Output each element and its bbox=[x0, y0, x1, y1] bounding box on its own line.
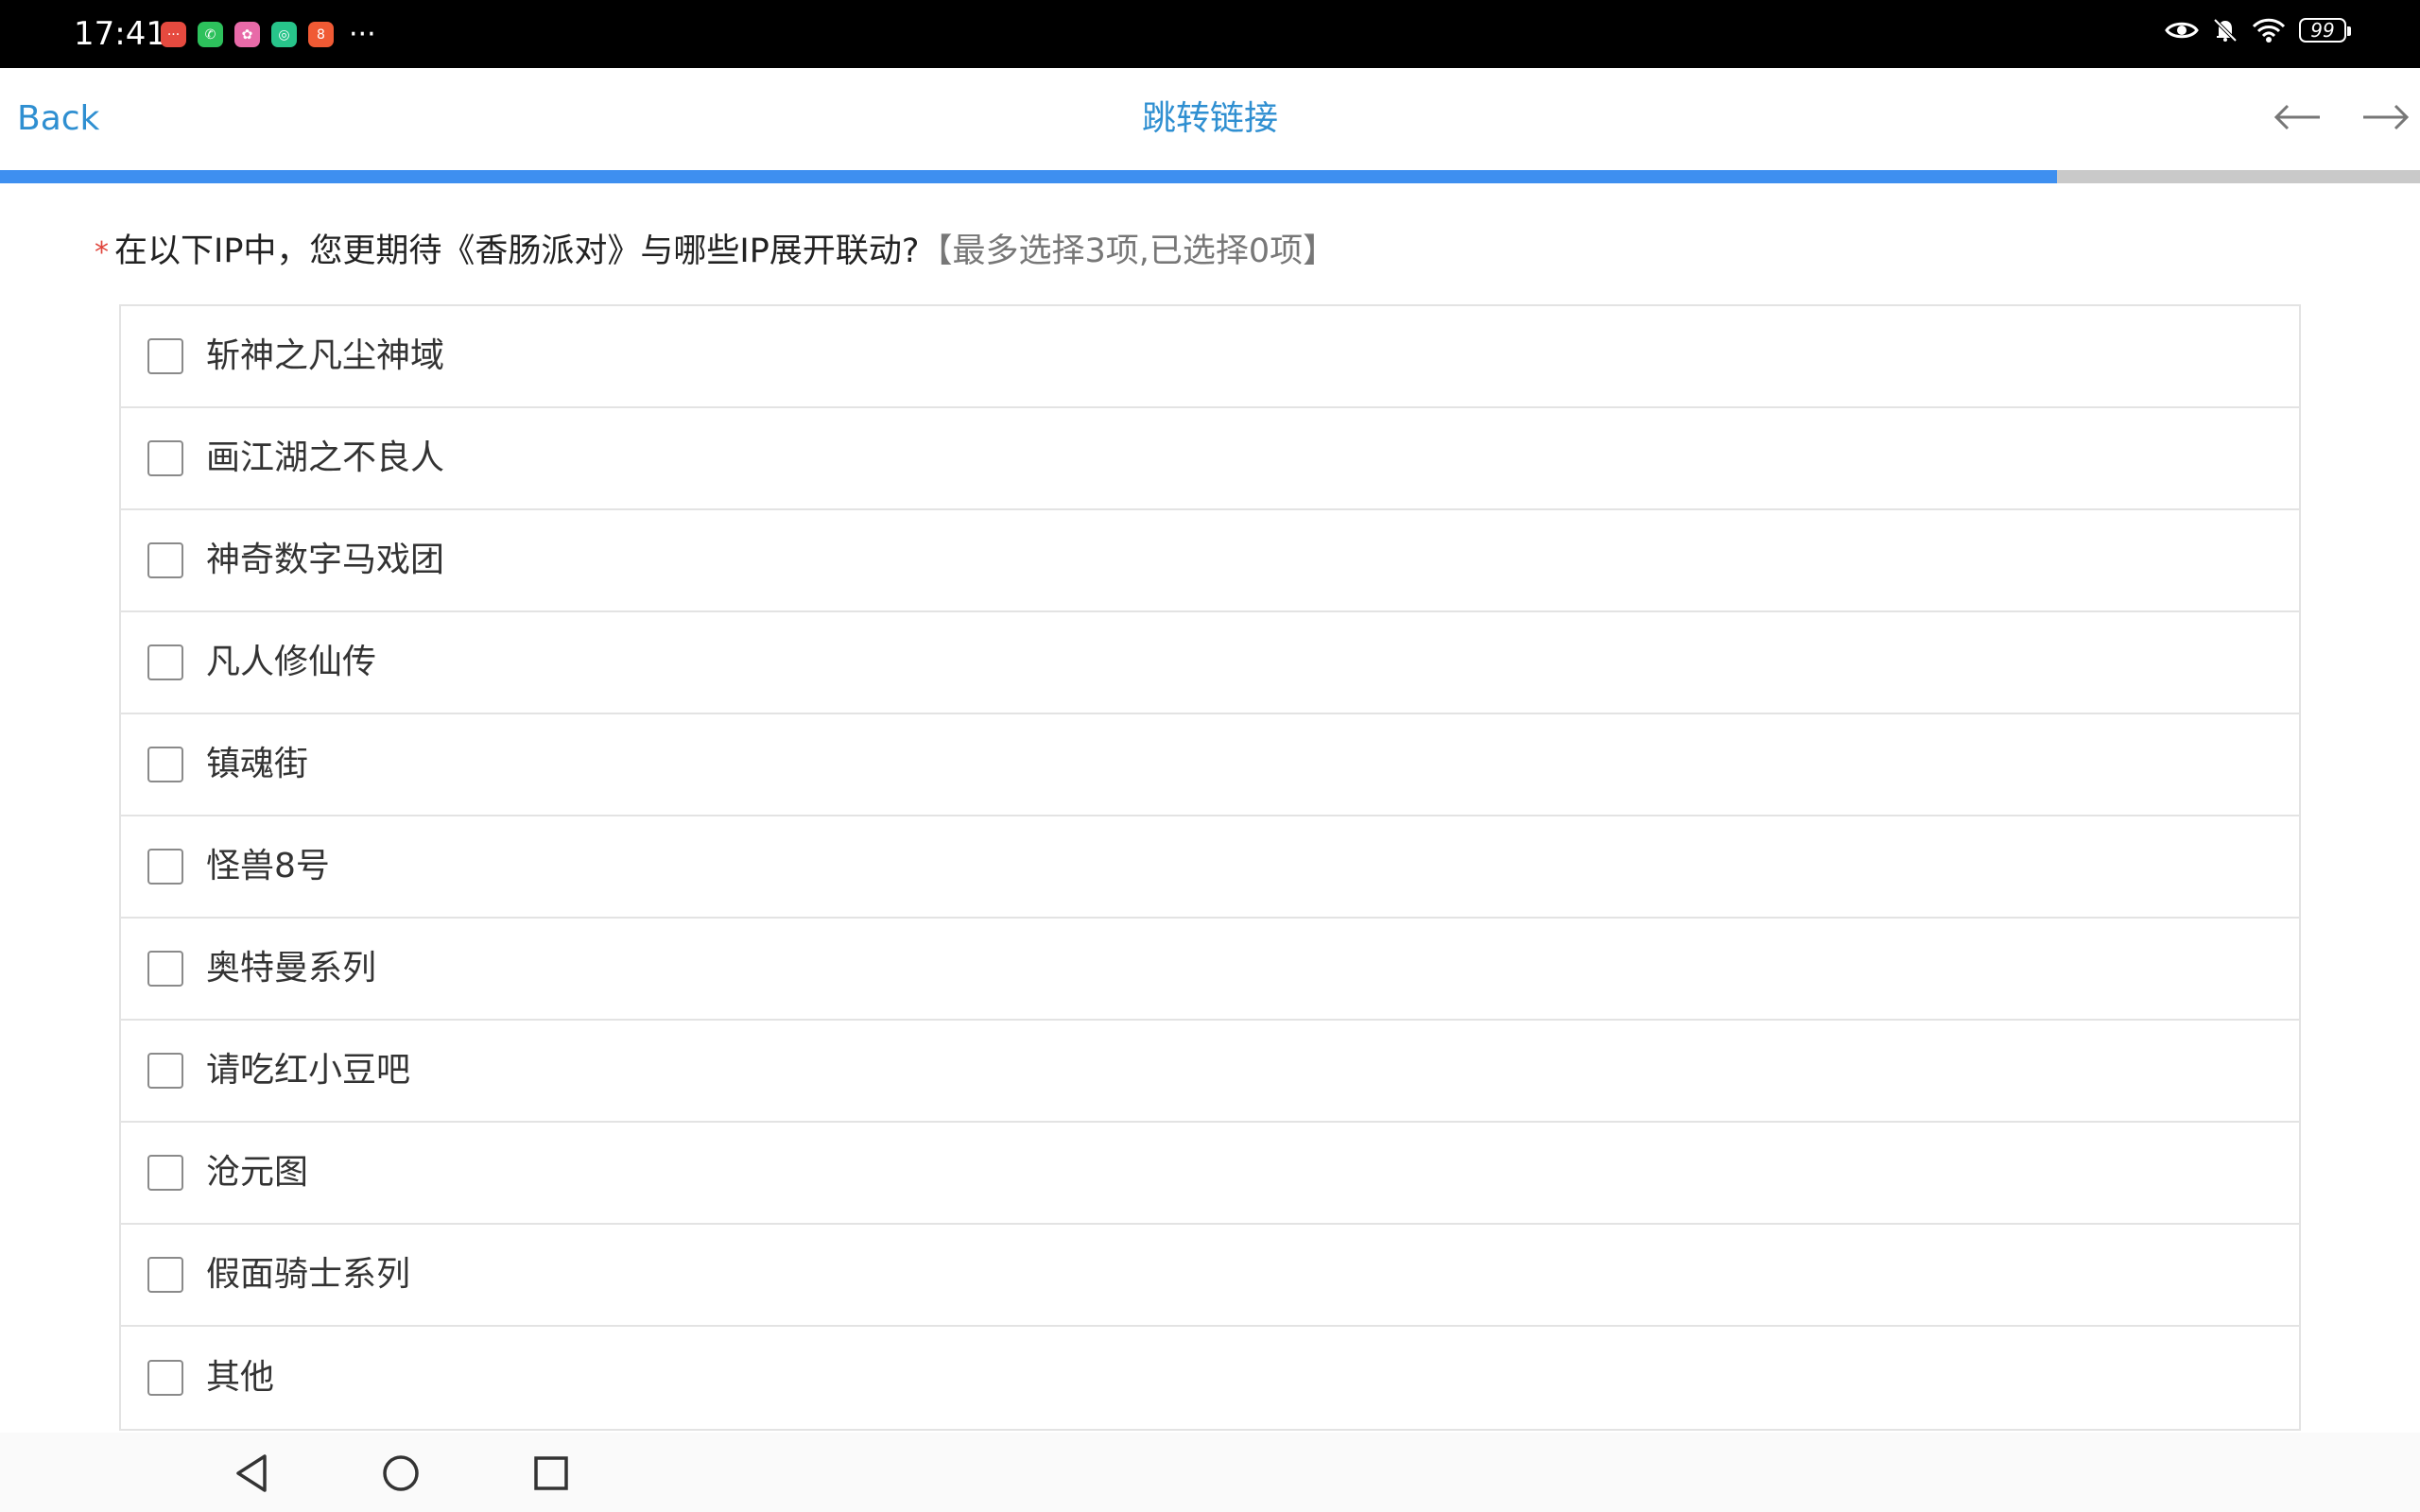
option-label: 斩神之凡尘神域 bbox=[206, 336, 445, 375]
option-checkbox[interactable] bbox=[147, 951, 183, 987]
option-checkbox[interactable] bbox=[147, 338, 183, 374]
page-title: 跳转链接 bbox=[1141, 99, 1278, 138]
nav-recents-icon[interactable] bbox=[527, 1450, 575, 1497]
nav-back-icon[interactable] bbox=[229, 1450, 276, 1497]
bell-muted-icon bbox=[2213, 18, 2238, 43]
option-row[interactable]: 假面骑士系列 bbox=[121, 1225, 2299, 1327]
option-label: 奥特曼系列 bbox=[206, 949, 377, 988]
battery-icon: 99 bbox=[2299, 18, 2351, 43]
option-row[interactable]: 凡人修仙传 bbox=[121, 612, 2299, 714]
camera-app-icon: ◎ bbox=[271, 22, 297, 47]
option-row[interactable]: 沧元图 bbox=[121, 1123, 2299, 1225]
option-checkbox[interactable] bbox=[147, 440, 183, 476]
option-row[interactable]: 神奇数字马戏团 bbox=[121, 510, 2299, 612]
option-row[interactable]: 其他 bbox=[121, 1327, 2299, 1429]
arrow-left-icon[interactable] bbox=[2271, 96, 2324, 138]
option-label: 其他 bbox=[206, 1358, 275, 1397]
eye-icon bbox=[2165, 22, 2199, 39]
option-checkbox[interactable] bbox=[147, 1155, 183, 1191]
question-text: 在以下IP中，您更期待《香肠派对》与哪些IP展开联动? bbox=[114, 232, 920, 270]
app-colorful-icon: ✿ bbox=[234, 22, 260, 47]
app-orange-icon: 8 bbox=[308, 22, 334, 47]
more-notifications-icon: ··· bbox=[349, 17, 376, 51]
option-row[interactable]: 镇魂街 bbox=[121, 714, 2299, 816]
nav-header: Back 跳转链接 bbox=[0, 68, 2420, 170]
question-hint: 【最多选择3项,已选择0项】 bbox=[919, 232, 1337, 270]
option-checkbox[interactable] bbox=[147, 747, 183, 782]
nav-home-icon[interactable] bbox=[377, 1450, 424, 1497]
option-row[interactable]: 画江湖之不良人 bbox=[121, 408, 2299, 510]
option-label: 怪兽8号 bbox=[206, 847, 330, 885]
option-row[interactable]: 奥特曼系列 bbox=[121, 919, 2299, 1021]
option-row[interactable]: 请吃红小豆吧 bbox=[121, 1021, 2299, 1123]
option-checkbox[interactable] bbox=[147, 1257, 183, 1293]
option-label: 神奇数字马戏团 bbox=[206, 541, 445, 579]
required-mark: * bbox=[95, 236, 109, 269]
option-checkbox[interactable] bbox=[147, 542, 183, 578]
survey-progress-fill bbox=[0, 170, 2057, 183]
wechat-icon: ✆ bbox=[198, 22, 223, 47]
option-label: 镇魂街 bbox=[206, 745, 309, 783]
wifi-icon bbox=[2252, 18, 2286, 43]
option-checkbox[interactable] bbox=[147, 849, 183, 885]
status-app-icons: ··· ✆ ✿ ◎ 8 ··· bbox=[161, 17, 376, 51]
app-red-icon: ··· bbox=[161, 22, 186, 47]
arrow-right-icon[interactable] bbox=[2360, 96, 2412, 138]
option-row[interactable]: 斩神之凡尘神域 bbox=[121, 306, 2299, 408]
option-label: 画江湖之不良人 bbox=[206, 438, 445, 477]
status-time: 17:41 bbox=[74, 15, 166, 53]
option-row[interactable]: 怪兽8号 bbox=[121, 816, 2299, 919]
option-label: 沧元图 bbox=[206, 1153, 309, 1192]
survey-progress-bar bbox=[0, 170, 2420, 183]
battery-level: 99 bbox=[2310, 19, 2335, 42]
question-title: * 在以下IP中，您更期待《香肠派对》与哪些IP展开联动?【最多选择3项,已选择0… bbox=[95, 227, 1336, 278]
option-checkbox[interactable] bbox=[147, 1360, 183, 1396]
status-bar: 17:41 ··· ✆ ✿ ◎ 8 ··· 99 bbox=[0, 0, 2420, 68]
system-nav-bar bbox=[0, 1433, 2420, 1512]
option-label: 凡人修仙传 bbox=[206, 643, 377, 681]
option-label: 请吃红小豆吧 bbox=[206, 1051, 411, 1090]
status-indicators: 99 bbox=[2165, 17, 2351, 43]
option-checkbox[interactable] bbox=[147, 1053, 183, 1089]
option-checkbox[interactable] bbox=[147, 644, 183, 680]
option-label: 假面骑士系列 bbox=[206, 1255, 411, 1294]
options-list: 斩神之凡尘神域 画江湖之不良人 神奇数字马戏团 凡人修仙传镇魂街怪兽8号奥特曼系列请吃… bbox=[119, 304, 2301, 1431]
